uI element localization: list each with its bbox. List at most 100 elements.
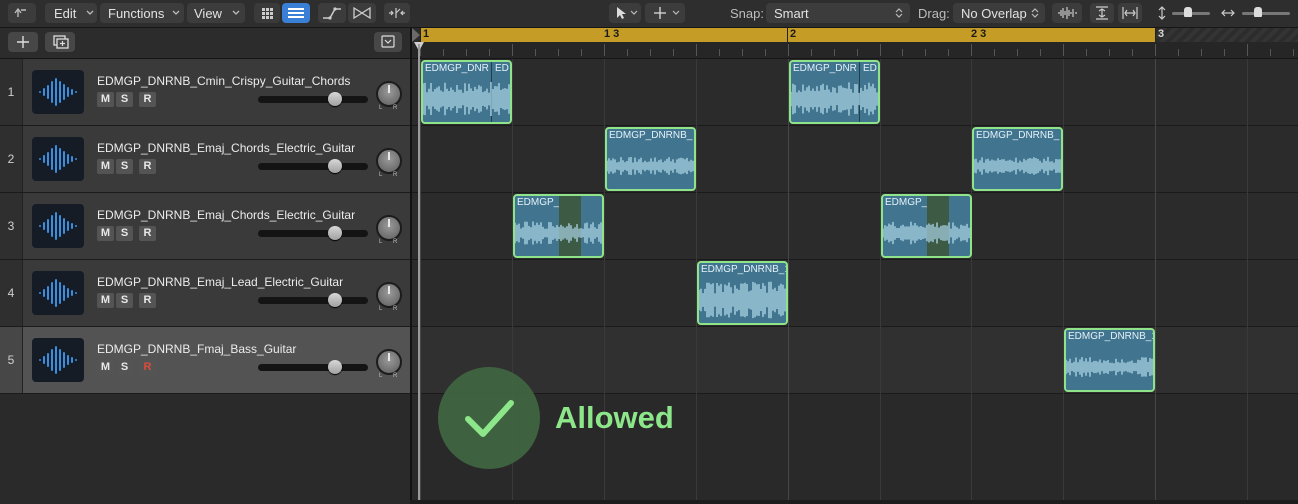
arrange-area[interactable]: 1 1 3 2 2 3 3 EDMGP_DNR ED EDMGP_DNR ED EDMG… (412, 28, 1298, 500)
audio-region[interactable]: EDMGP_ED (513, 194, 604, 258)
back-button[interactable] (8, 3, 36, 23)
drag-select[interactable]: No Overlap (953, 3, 1045, 23)
track-header[interactable]: 3 EDMGP_DNRNB_Emaj_Chords_Electric_Guitar… (0, 193, 410, 260)
cycle-range[interactable] (421, 28, 1156, 42)
track-name[interactable]: EDMGP_DNRNB_Cmin_Crispy_Guitar_Chords (97, 74, 350, 88)
vertical-zoom-thumb[interactable] (1184, 7, 1192, 17)
allowed-badge (438, 367, 540, 469)
mute-button[interactable]: M (97, 360, 114, 375)
volume-fader[interactable] (258, 364, 368, 371)
fit-horizontal-button[interactable] (1118, 3, 1142, 23)
track-header[interactable]: 2 EDMGP_DNRNB_Emaj_Chords_Electric_Guitar… (0, 126, 410, 193)
ruler-tick (604, 44, 605, 56)
solo-button[interactable]: S (116, 360, 133, 375)
collapse-button[interactable] (374, 32, 402, 52)
mute-button[interactable]: M (97, 293, 114, 308)
pan-knob[interactable] (376, 215, 402, 241)
track-name[interactable]: EDMGP_DNRNB_Emaj_Chords_Electric_Guitar (97, 208, 355, 222)
track-lane[interactable] (412, 126, 1298, 193)
solo-button[interactable]: S (116, 293, 133, 308)
audio-waveform-icon[interactable] (32, 271, 84, 315)
snap-label: Snap: (730, 6, 764, 21)
audio-waveform-icon[interactable] (32, 70, 84, 114)
pan-knob[interactable] (376, 282, 402, 308)
audio-waveform-icon[interactable] (32, 204, 84, 248)
view-menu-label: View (194, 6, 222, 21)
list-view-button[interactable] (282, 3, 310, 23)
mute-button[interactable]: M (97, 226, 114, 241)
volume-fader[interactable] (258, 230, 368, 237)
ruler-tick (1247, 44, 1248, 56)
empty-lane-area[interactable] (412, 394, 1298, 500)
audio-region[interactable]: EDMGP_DNRNB_1 (697, 261, 788, 325)
track-header[interactable]: 4 EDMGP_DNRNB_Emaj_Lead_Electric_Guitar M S… (0, 260, 410, 327)
track-name[interactable]: EDMGP_DNRNB_Fmaj_Bass_Guitar (97, 342, 296, 356)
volume-fader-thumb[interactable] (328, 226, 342, 240)
region-label: EDMGP_DNRNB_ (976, 130, 1060, 141)
check-icon (465, 400, 514, 437)
audio-region[interactable]: EDMGP_DNRNB_ (605, 127, 696, 191)
record-enable-button[interactable]: R (139, 226, 156, 241)
mute-button[interactable]: M (97, 92, 114, 107)
horizontal-zoom-slider[interactable] (1242, 7, 1290, 17)
track-name[interactable]: EDMGP_DNRNB_Emaj_Chords_Electric_Guitar (97, 141, 355, 155)
audio-waveform-icon[interactable] (32, 137, 84, 181)
pan-knob[interactable] (376, 148, 402, 174)
mute-button[interactable]: M (97, 159, 114, 174)
waveform-zoom-button[interactable] (1052, 3, 1082, 23)
record-enable-button[interactable]: R (139, 293, 156, 308)
audio-region[interactable]: EDMGP_DNRNB_1 (1064, 328, 1155, 392)
vertical-zoom-slider[interactable] (1172, 7, 1210, 17)
pan-left-label: L (379, 105, 383, 111)
record-enable-button[interactable]: R (139, 92, 156, 107)
flex-time-button[interactable] (348, 3, 376, 23)
view-menu[interactable]: View (187, 3, 245, 23)
track-lane[interactable] (412, 260, 1298, 327)
audio-region[interactable]: EDMGP_DNRNB_ (972, 127, 1063, 191)
record-enable-button[interactable]: R (139, 159, 156, 174)
volume-fader-thumb[interactable] (328, 360, 342, 374)
pan-knob[interactable] (376, 349, 402, 375)
pointer-tool-menu[interactable] (609, 3, 641, 23)
audio-region[interactable]: EDMGP_DNR ED (789, 60, 880, 124)
volume-fader-thumb[interactable] (328, 293, 342, 307)
volume-fader[interactable] (258, 96, 368, 103)
automation-button[interactable] (318, 3, 346, 23)
pan-right-label: R (393, 306, 398, 312)
ruler[interactable]: 1 1 3 2 2 3 3 (412, 28, 1298, 42)
functions-menu[interactable]: Functions (100, 3, 184, 23)
ruler-tick (857, 49, 858, 56)
pan-knob[interactable] (376, 81, 402, 107)
duplicate-track-button[interactable] (45, 32, 75, 52)
volume-fader[interactable] (258, 163, 368, 170)
fit-vertical-button[interactable] (1090, 3, 1114, 23)
pan-left-label: L (379, 172, 383, 178)
record-enable-button[interactable]: R (139, 360, 156, 375)
snap-select[interactable]: Smart (766, 3, 910, 23)
pan-indicator (388, 85, 390, 93)
crosshair-tool-menu[interactable] (645, 3, 685, 23)
audio-region[interactable]: EDMGP_DNR ED (421, 60, 512, 124)
region-waveform (974, 143, 1061, 189)
solo-button[interactable]: S (116, 159, 133, 174)
grid-view-button[interactable] (254, 3, 280, 23)
audio-region[interactable]: EDMGP_ED (881, 194, 972, 258)
track-name[interactable]: EDMGP_DNRNB_Emaj_Lead_Electric_Guitar (97, 275, 343, 289)
volume-fader-thumb[interactable] (328, 159, 342, 173)
track-header[interactable]: 5 EDMGP_DNRNB_Fmaj_Bass_Guitar M S R L R (0, 327, 410, 394)
flex-icon (353, 6, 371, 20)
solo-button[interactable]: S (116, 92, 133, 107)
ruler-tick (650, 49, 651, 56)
track-header[interactable]: 1 EDMGP_DNRNB_Cmin_Crispy_Guitar_Chords M S… (0, 59, 410, 126)
playhead[interactable] (418, 44, 420, 500)
ruler-tick (627, 49, 628, 56)
edit-menu[interactable]: Edit (45, 3, 97, 23)
horizontal-zoom-thumb[interactable] (1254, 7, 1262, 17)
volume-fader[interactable] (258, 297, 368, 304)
track-lane[interactable] (412, 327, 1298, 394)
add-track-button[interactable] (8, 32, 38, 52)
audio-waveform-icon[interactable] (32, 338, 84, 382)
catch-button[interactable] (384, 3, 410, 23)
solo-button[interactable]: S (116, 226, 133, 241)
volume-fader-thumb[interactable] (328, 92, 342, 106)
